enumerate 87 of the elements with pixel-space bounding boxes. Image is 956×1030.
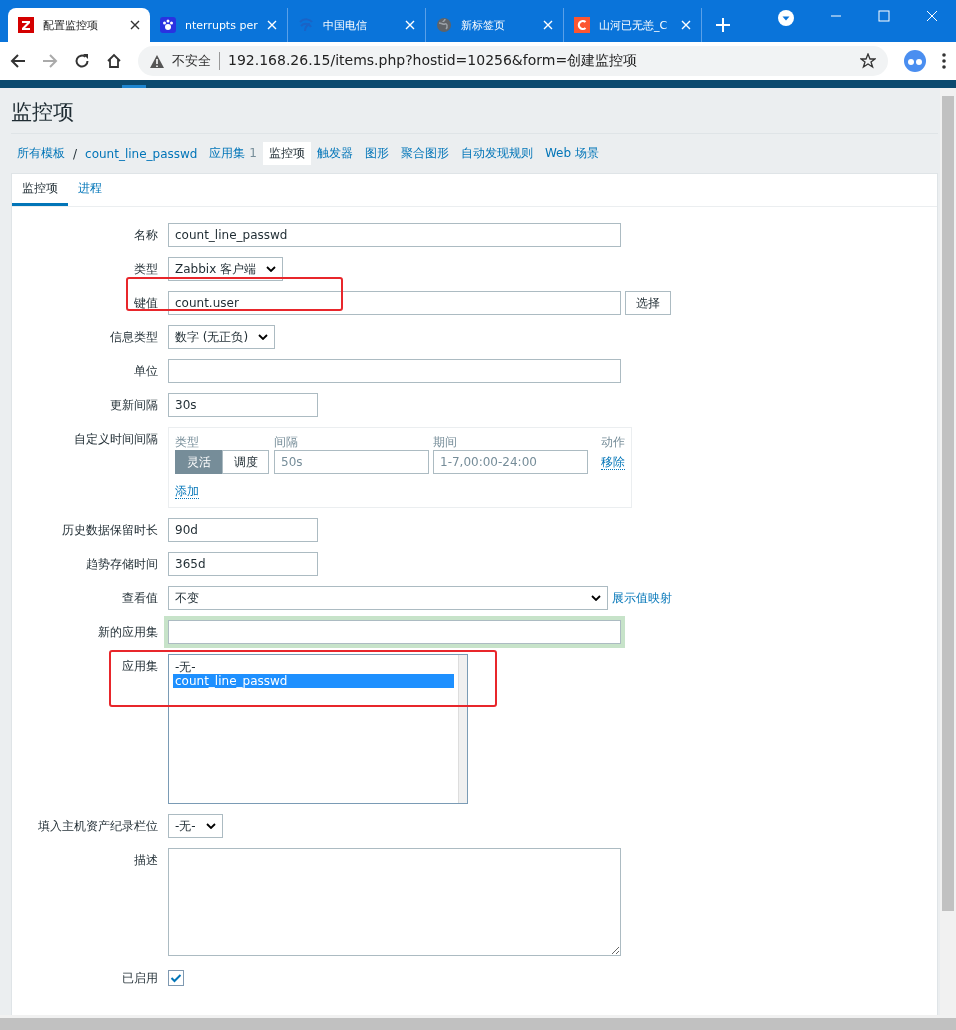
list-option[interactable]: count_line_passwd	[173, 674, 454, 688]
tab-title: 配置监控项	[43, 17, 99, 33]
scrollbar[interactable]	[458, 655, 467, 803]
c-logo-icon[interactable]	[574, 17, 590, 33]
tab-title: 山河已无恙_C	[599, 17, 669, 33]
field-label: 名称	[133, 227, 159, 244]
field-label: 趋势存储时间	[85, 556, 159, 573]
input-field[interactable]: count.user	[168, 291, 621, 315]
application-list[interactable]: -无- count_line_passwd	[168, 654, 468, 804]
paw-icon[interactable]	[160, 17, 176, 33]
globe-icon[interactable]	[436, 17, 452, 33]
dropdown[interactable]: -无-	[168, 814, 223, 838]
input-field[interactable]: 365d	[168, 552, 318, 576]
nav-tab[interactable]: Web 场景	[538, 142, 605, 165]
browser-tab[interactable]: 配置监控项	[8, 8, 150, 42]
back-icon[interactable]	[10, 53, 26, 69]
plus-icon[interactable]	[716, 18, 730, 32]
caret-icon[interactable]	[266, 266, 277, 272]
field-label: 已启用	[121, 970, 159, 987]
input-field[interactable]: 1-7,00:00-24:00	[433, 450, 588, 474]
checkbox[interactable]	[168, 970, 184, 986]
select-button[interactable]: 选择	[625, 291, 671, 315]
field-label: 键值	[133, 295, 159, 312]
field-label: 单位	[133, 363, 159, 380]
count-label: 1	[249, 146, 257, 160]
add-link[interactable]: 添加	[175, 484, 199, 499]
maximize-icon[interactable]	[878, 10, 890, 22]
avatar-icon[interactable]	[904, 50, 926, 72]
scrollbar[interactable]	[940, 88, 956, 1015]
tab-title: 中国电信	[323, 17, 368, 33]
field-label: 更新间隔	[109, 397, 159, 414]
breadcrumb-link[interactable]: count_line_passwd	[79, 143, 204, 164]
caret-icon[interactable]	[591, 595, 601, 601]
dropdown[interactable]: 数字 (无正负)	[168, 325, 276, 349]
input-field[interactable]: 30s	[168, 393, 318, 417]
dropdown[interactable]: 不变	[168, 586, 608, 610]
field-label: 应用集	[121, 658, 159, 675]
page-title: 监控项	[11, 88, 938, 134]
field-label: 新的应用集	[97, 624, 159, 641]
input-field[interactable]: 90d	[168, 518, 318, 542]
tab-title: nterrupts per	[185, 18, 258, 32]
column-header: 动作	[600, 434, 625, 450]
value-mapping-link[interactable]: 展示值映射	[612, 589, 672, 607]
input-field[interactable]: 50s	[274, 450, 429, 474]
column-header: 类型	[175, 434, 200, 450]
toggle-option[interactable]: 调度	[222, 450, 269, 474]
security-label: 不安全	[172, 52, 220, 70]
caret-icon[interactable]	[205, 823, 216, 829]
column-header: 间隔	[274, 434, 299, 450]
field-label: 自定义时间间隔	[73, 431, 159, 448]
input-field[interactable]	[168, 620, 621, 644]
home-icon[interactable]	[106, 53, 122, 69]
field-label: 历史数据保留时长	[61, 522, 159, 539]
form-tab[interactable]: 进程	[68, 174, 112, 206]
tab-title: 新标签页	[461, 17, 506, 33]
nav-tab[interactable]: 应用集 1	[203, 142, 263, 165]
nav-tab[interactable]: 自动发现规则	[454, 142, 539, 165]
form-tab[interactable]: 监控项	[12, 174, 68, 206]
reload-icon[interactable]	[74, 53, 90, 69]
column-header: 期间	[433, 434, 458, 450]
scrollbar[interactable]	[0, 1015, 956, 1030]
field-label: 查看值	[121, 590, 159, 607]
dropdown-icon[interactable]	[778, 10, 794, 26]
nav-tab[interactable]: 触发器	[310, 142, 359, 165]
address-bar[interactable]: 不安全 192.168.26.15/items.php?hostid=10256&form=创建监控项	[138, 46, 888, 76]
list-option[interactable]: -无-	[173, 660, 454, 674]
dropdown[interactable]: Zabbix 客户端	[168, 257, 284, 281]
star-icon[interactable]	[860, 53, 876, 69]
z-logo-icon[interactable]	[18, 17, 34, 33]
nav-tab[interactable]: 聚合图形	[394, 142, 455, 165]
warning-icon[interactable]	[150, 54, 164, 68]
nav-tab[interactable]: 图形	[358, 142, 395, 165]
field-label: 信息类型	[109, 329, 159, 346]
toggle-option[interactable]: 灵活	[175, 450, 222, 474]
more-icon[interactable]	[942, 53, 946, 69]
caret-icon[interactable]	[258, 334, 269, 340]
field-label: 描述	[133, 852, 159, 869]
field-label: 类型	[133, 261, 159, 278]
remove-link[interactable]: 移除	[601, 454, 625, 470]
field-label: 填入主机资产纪录栏位	[37, 818, 159, 835]
url-text: 192.168.26.15/items.php?hostid=10256&form=创建监控项	[228, 52, 638, 70]
nav-tab[interactable]: 监控项	[262, 142, 311, 165]
close-icon[interactable]	[130, 20, 140, 30]
input-field[interactable]	[168, 359, 621, 383]
separator: /	[72, 146, 79, 161]
breadcrumb-link[interactable]: 所有模板	[11, 142, 71, 165]
input-field[interactable]: count_line_passwd	[168, 223, 621, 247]
